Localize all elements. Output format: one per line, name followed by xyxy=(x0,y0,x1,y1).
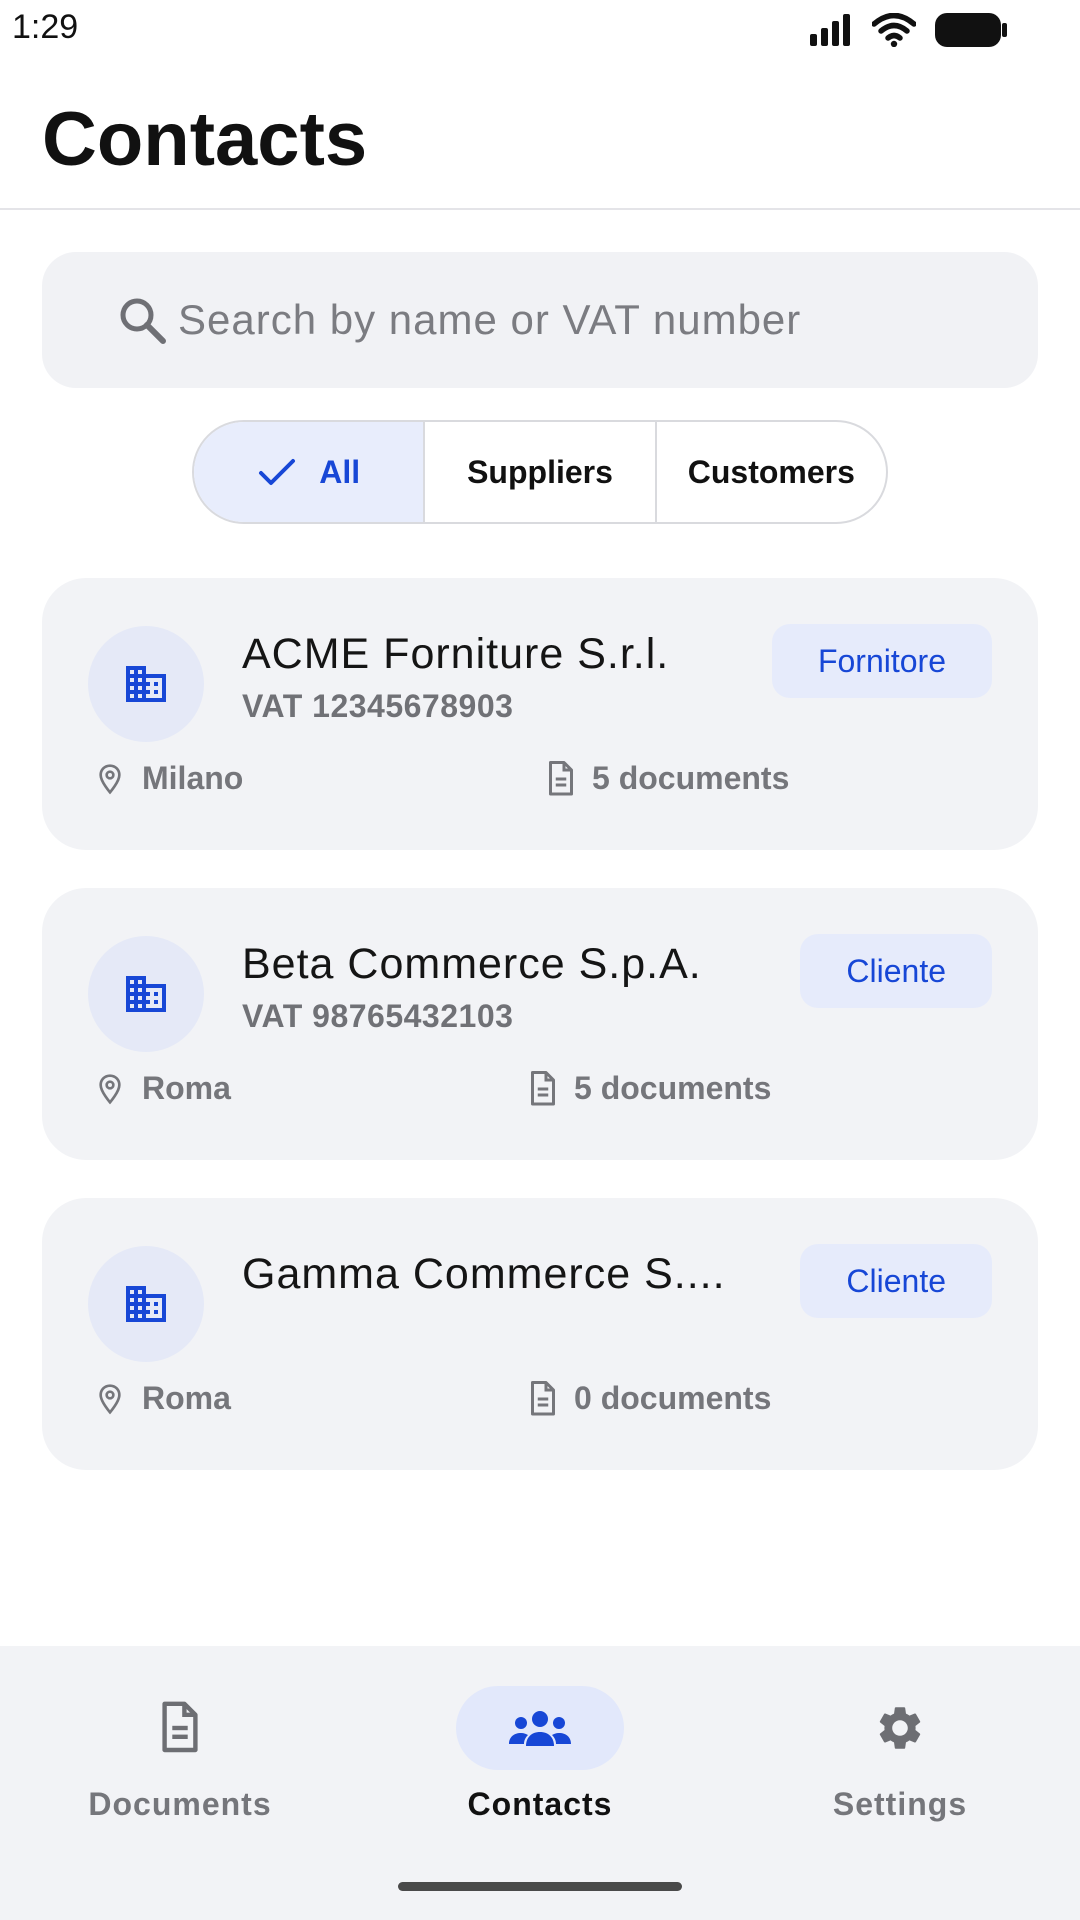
building-icon xyxy=(126,666,166,702)
check-icon xyxy=(259,459,296,485)
building-icon xyxy=(126,1286,166,1322)
wifi-icon xyxy=(872,13,916,47)
signal-icon xyxy=(810,14,850,46)
nav-documents-pill xyxy=(96,1686,264,1770)
contact-location: Roma xyxy=(94,1070,231,1107)
filter-customers-label: Customers xyxy=(687,453,855,490)
contact-card[interactable]: Gamma Commerce S.... Cliente Roma 0 docu… xyxy=(42,1198,1038,1470)
avatar xyxy=(88,626,204,742)
contact-documents: 5 documents xyxy=(546,760,789,797)
search-input[interactable] xyxy=(178,252,998,388)
contact-type-badge: Fornitore xyxy=(771,624,992,698)
filter-suppliers[interactable]: Suppliers xyxy=(425,422,657,522)
contact-doc-count: 5 documents xyxy=(574,1070,772,1106)
contact-vat: VAT 98765432103 xyxy=(242,998,514,1034)
nav-contacts-pill xyxy=(456,1686,624,1770)
battery-icon xyxy=(935,13,1007,47)
avatar xyxy=(88,1246,204,1362)
contact-city: Milano xyxy=(142,760,244,796)
contact-type-badge: Cliente xyxy=(800,1244,992,1318)
location-pin-icon xyxy=(99,1383,121,1414)
contact-documents: 5 documents xyxy=(528,1070,771,1107)
contact-city: Roma xyxy=(142,1070,231,1106)
search-box[interactable] xyxy=(42,252,1038,388)
nav-settings-label: Settings xyxy=(832,1786,968,1822)
contact-name: Beta Commerce S.p.A. xyxy=(242,940,702,988)
avatar xyxy=(88,936,204,1052)
bottom-navigation: Documents Contacts Settings xyxy=(0,1646,1080,1920)
document-icon xyxy=(531,1070,555,1105)
contact-card[interactable]: ACME Forniture S.r.l. VAT 12345678903 Fo… xyxy=(42,578,1038,850)
document-icon xyxy=(531,1380,555,1415)
home-indicator xyxy=(398,1882,682,1891)
nav-settings-pill xyxy=(816,1686,984,1770)
location-pin-icon xyxy=(99,1073,121,1104)
page-title: Contacts xyxy=(42,97,368,182)
nav-settings[interactable]: Settings xyxy=(750,1686,1050,1823)
filter-segmented-control: All Suppliers Customers xyxy=(192,420,888,524)
building-icon xyxy=(126,976,166,1012)
contact-location: Roma xyxy=(94,1380,231,1417)
filter-all[interactable]: All xyxy=(194,422,426,522)
nav-documents[interactable]: Documents xyxy=(30,1686,330,1823)
contact-type-badge: Cliente xyxy=(800,934,992,1008)
contact-name: Gamma Commerce S.... xyxy=(242,1250,726,1298)
contact-vat: VAT 12345678903 xyxy=(242,688,514,724)
filter-all-label: All xyxy=(319,453,361,490)
status-icons xyxy=(808,12,1008,48)
contact-documents: 0 documents xyxy=(528,1380,771,1417)
nav-contacts[interactable]: Contacts xyxy=(390,1686,690,1823)
filter-suppliers-label: Suppliers xyxy=(467,453,613,490)
contact-city: Roma xyxy=(142,1380,231,1416)
search-icon xyxy=(120,298,166,344)
gear-icon xyxy=(879,1707,921,1749)
contact-doc-count: 0 documents xyxy=(574,1380,772,1416)
status-time: 1:29 xyxy=(12,8,79,46)
app-header: Contacts xyxy=(0,60,1080,210)
nav-contacts-label: Contacts xyxy=(467,1786,613,1822)
filter-customers[interactable]: Customers xyxy=(657,422,886,522)
contact-location: Milano xyxy=(94,760,243,797)
contact-name: ACME Forniture S.r.l. xyxy=(242,630,670,678)
people-icon xyxy=(509,1711,571,1746)
nav-documents-label: Documents xyxy=(88,1786,272,1822)
document-icon xyxy=(162,1701,198,1753)
document-icon xyxy=(549,760,573,795)
status-bar: 1:29 xyxy=(0,0,1080,60)
contact-card[interactable]: Beta Commerce S.p.A. VAT 98765432103 Cli… xyxy=(42,888,1038,1160)
location-pin-icon xyxy=(99,763,121,794)
contact-doc-count: 5 documents xyxy=(592,760,790,796)
